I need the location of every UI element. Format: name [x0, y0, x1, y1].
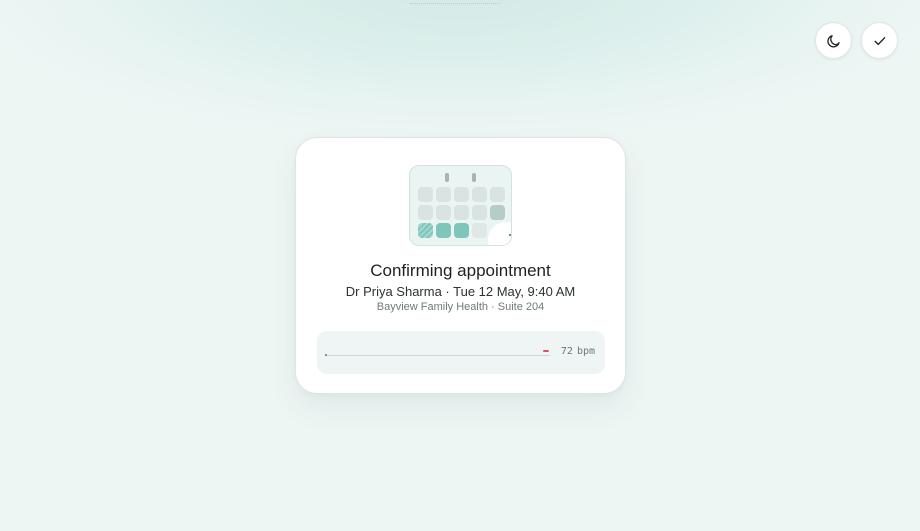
appointment-card: Confirming appointment Dr Priya Sharma ·…: [295, 137, 626, 394]
calendar-day-cell-highlight: [490, 205, 505, 220]
check-icon: [872, 33, 888, 49]
calendar-day-cell: [490, 187, 505, 202]
heart-rate-readout: 72 bpm: [561, 346, 595, 357]
top-drag-indicator: [410, 3, 500, 4]
calendar-ring-left: [445, 173, 449, 182]
heart-rate-panel: 72 bpm: [317, 331, 605, 374]
heart-rate-trace-start: [325, 354, 327, 356]
calendar-day-cell-booked: [418, 223, 433, 238]
calendar-illustration: [409, 165, 512, 246]
heart-rate-marker: [543, 350, 549, 352]
calendar-day-cell: [436, 205, 451, 220]
calendar-day-cell: [472, 223, 487, 238]
clinic-location: Bayview Family Health · Suite 204: [376, 301, 545, 313]
calendar-ring-right: [472, 173, 476, 182]
theme-toggle-button[interactable]: [815, 22, 852, 59]
spinner-dot: [509, 234, 511, 236]
status-title: Confirming appointment: [370, 261, 551, 280]
calendar-day-cell-booked: [436, 223, 451, 238]
calendar-day-cell: [472, 205, 487, 220]
calendar-day-cell: [454, 187, 469, 202]
calendar-day-cell: [418, 187, 433, 202]
calendar-day-cell: [454, 205, 469, 220]
moon-icon: [826, 33, 842, 49]
heart-rate-trace: [326, 355, 550, 356]
heart-rate-value: 72: [560, 346, 573, 357]
calendar-day-cell: [418, 205, 433, 220]
calendar-day-cell: [436, 187, 451, 202]
heart-rate-unit: bpm: [576, 346, 595, 357]
confirm-button[interactable]: [861, 22, 898, 59]
appointment-details: Dr Priya Sharma · Tue 12 May, 9:40 AM: [345, 284, 576, 299]
calendar-day-cell: [472, 187, 487, 202]
calendar-day-cell-booked: [454, 223, 469, 238]
